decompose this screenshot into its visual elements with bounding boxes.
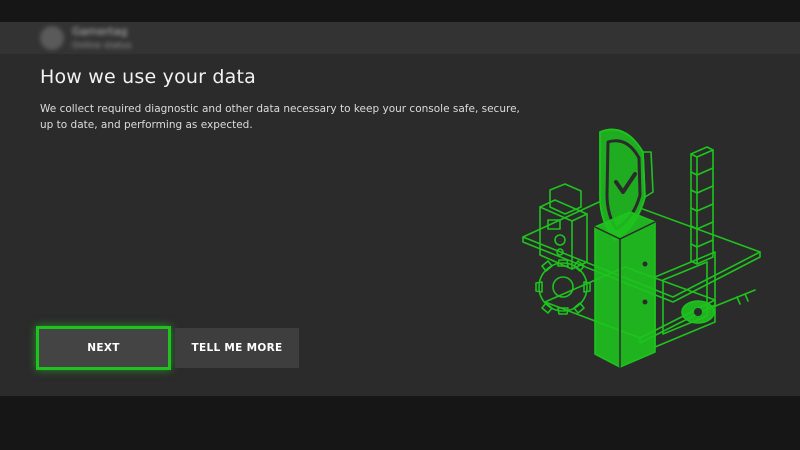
console-screen: Gamertag Online status How we use your d… <box>0 22 800 396</box>
gear-icon <box>535 259 591 315</box>
letterbox-top <box>0 0 800 22</box>
user-text: Gamertag Online status <box>72 25 132 51</box>
user-profile: Gamertag Online status <box>40 24 180 52</box>
cube-stack-icon <box>690 146 714 265</box>
key-icon <box>681 289 756 324</box>
data-security-illustration <box>522 128 761 368</box>
profile-header: Gamertag Online status <box>0 22 800 54</box>
page-title: How we use your data <box>40 66 256 88</box>
page-description: We collect required diagnostic and other… <box>40 103 520 131</box>
letterbox-bottom <box>0 396 800 450</box>
user-status: Online status <box>72 41 132 51</box>
tell-me-more-button[interactable]: TELL ME MORE <box>175 328 299 368</box>
avatar <box>40 26 64 50</box>
server-tower-icon <box>594 211 656 368</box>
gamertag: Gamertag <box>72 25 128 38</box>
tell-me-more-button-label: TELL ME MORE <box>191 342 283 354</box>
side-panel <box>654 251 716 348</box>
next-button[interactable]: NEXT <box>36 326 171 370</box>
next-button-label: NEXT <box>87 342 120 354</box>
